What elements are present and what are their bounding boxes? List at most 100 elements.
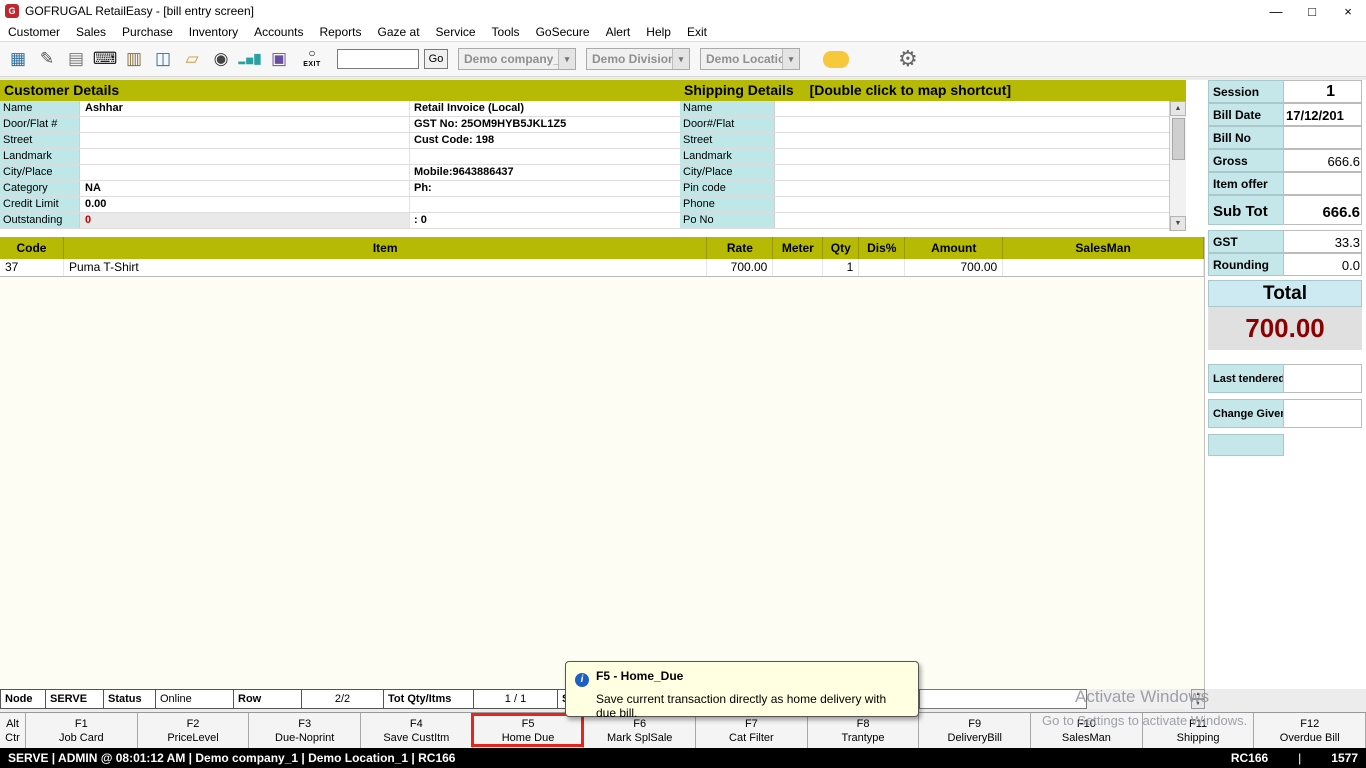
rounding-value: 0.0: [1284, 253, 1362, 276]
menu-item[interactable]: Inventory: [181, 22, 246, 41]
field-value[interactable]: 0: [80, 213, 410, 228]
vertical-scrollbar[interactable]: ▲ ▼: [1169, 101, 1186, 231]
menu-item[interactable]: Customer: [0, 22, 68, 41]
menu-item[interactable]: Accounts: [246, 22, 311, 41]
field-label: Outstanding: [0, 213, 80, 228]
menu-item[interactable]: Gaze at: [370, 22, 428, 41]
chart-icon[interactable]: ▂▅█: [238, 46, 262, 73]
total-value: 700.00: [1208, 307, 1362, 350]
minimize-icon[interactable]: —: [1258, 1, 1294, 22]
menu-item[interactable]: Exit: [679, 22, 715, 41]
function-key-button[interactable]: F5 Home Due: [473, 713, 585, 748]
copy-bill-icon[interactable]: ◫: [151, 46, 175, 73]
field-value[interactable]: [775, 133, 1169, 148]
total-label: Total: [1208, 280, 1362, 307]
section-header: Customer Details Shipping Details [Doubl…: [0, 80, 1186, 101]
menu-item[interactable]: Service: [428, 22, 484, 41]
maximize-icon[interactable]: □: [1294, 1, 1330, 22]
location-dropdown[interactable]: Demo Location ▾: [700, 48, 800, 70]
keyboard-icon[interactable]: ⌨: [93, 46, 117, 73]
save-bill-icon[interactable]: ✎: [35, 46, 59, 73]
camera-icon[interactable]: ◉: [209, 46, 233, 73]
invoice-info: [410, 197, 680, 212]
field-label: Phone: [680, 197, 775, 212]
shipping-detail-row: Landmark: [680, 149, 1169, 165]
function-key-label: Ctr: [5, 731, 20, 745]
menu-item[interactable]: Help: [638, 22, 679, 41]
tooltip-title: F5 - Home_Due: [596, 669, 683, 683]
function-key-button[interactable]: F2 PriceLevel: [138, 713, 250, 748]
quick-search-input[interactable]: [337, 49, 419, 69]
function-key-button[interactable]: F11 Shipping: [1143, 713, 1255, 748]
scroll-down-icon[interactable]: ▼: [1170, 216, 1186, 231]
exit-button[interactable]: ○ EXIT: [296, 44, 328, 74]
close-icon[interactable]: ×: [1330, 1, 1366, 22]
customer-detail-row: Door/Flat # GST No: 25OM9HYB5JKL1Z5: [0, 117, 680, 133]
spinner-up-icon[interactable]: ▲: [1191, 689, 1205, 699]
scrollbar-thumb[interactable]: [1172, 118, 1185, 160]
field-value[interactable]: [80, 117, 410, 132]
item-row[interactable]: 37 Puma T-Shirt 700.00 1 700.00: [0, 259, 1204, 277]
field-value[interactable]: [775, 117, 1169, 132]
company-dropdown[interactable]: Demo company_ ▾: [458, 48, 576, 70]
function-key-button[interactable]: F1 Job Card: [26, 713, 138, 748]
field-value[interactable]: [775, 149, 1169, 164]
function-key-button[interactable]: F10 SalesMan: [1031, 713, 1143, 748]
chat-icon[interactable]: [823, 51, 849, 68]
bill-list-icon[interactable]: ▥: [122, 46, 146, 73]
function-key-code: F2: [187, 717, 200, 731]
item-grid-header: Code Item Rate Meter Qty Dis% Amount Sal…: [0, 237, 1204, 259]
divider: |: [1298, 751, 1301, 765]
field-label: Name: [680, 101, 775, 116]
field-label: City/Place: [0, 165, 80, 180]
image-icon[interactable]: ▣: [267, 46, 291, 73]
field-value[interactable]: NA: [80, 181, 410, 196]
function-key-code: F9: [968, 717, 981, 731]
bill-grid-icon[interactable]: ▦: [6, 46, 30, 73]
field-value[interactable]: [775, 213, 1169, 228]
window-title: GOFRUGAL RetailEasy - [bill entry screen…: [25, 4, 254, 18]
field-value[interactable]: [775, 197, 1169, 212]
function-key-button[interactable]: Alt Ctr: [0, 713, 26, 748]
shipping-map-hint[interactable]: [Double click to map shortcut]: [810, 82, 1011, 98]
column-header: Amount: [905, 237, 1003, 259]
go-button[interactable]: Go: [424, 49, 448, 69]
status-input[interactable]: [919, 689, 1087, 709]
gear-icon[interactable]: ⚙: [898, 46, 918, 72]
customer-detail-row: Landmark: [0, 149, 680, 165]
field-value[interactable]: [80, 149, 410, 164]
change-given-value: [1284, 399, 1362, 428]
field-value[interactable]: [775, 101, 1169, 116]
field-value[interactable]: 0.00: [80, 197, 410, 212]
function-key-button[interactable]: F3 Due-Noprint: [249, 713, 361, 748]
open-folder-icon[interactable]: ▱: [180, 46, 204, 73]
function-key-label: DeliveryBill: [948, 731, 1002, 745]
status-label: Status: [104, 689, 156, 709]
gst-label: GST: [1208, 230, 1284, 253]
field-value[interactable]: [80, 165, 410, 180]
spinner-down-icon[interactable]: ▼: [1191, 699, 1205, 709]
function-key-label: SalesMan: [1062, 731, 1111, 745]
title-bar: G GOFRUGAL RetailEasy - [bill entry scre…: [0, 0, 1366, 22]
function-key-button[interactable]: F12 Overdue Bill: [1254, 713, 1366, 748]
menu-item[interactable]: Purchase: [114, 22, 181, 41]
function-key-label: Job Card: [59, 731, 104, 745]
field-value[interactable]: Ashhar: [80, 101, 410, 116]
menu-item[interactable]: Reports: [311, 22, 369, 41]
field-value[interactable]: [80, 133, 410, 148]
menu-item[interactable]: GoSecure: [528, 22, 598, 41]
field-value[interactable]: [775, 165, 1169, 180]
menu-item[interactable]: Sales: [68, 22, 114, 41]
field-value[interactable]: [775, 181, 1169, 196]
function-key-code: F4: [410, 717, 423, 731]
scroll-up-icon[interactable]: ▲: [1170, 101, 1186, 116]
field-label: Door/Flat #: [0, 117, 80, 132]
tot-qty-items-value: 1 / 1: [474, 689, 558, 709]
row-spinner[interactable]: ▲ ▼: [1191, 689, 1205, 709]
menu-item[interactable]: Tools: [484, 22, 528, 41]
menu-item[interactable]: Alert: [598, 22, 639, 41]
function-key-button[interactable]: F4 Save CustItm: [361, 713, 473, 748]
division-dropdown[interactable]: Demo Division ▾: [586, 48, 690, 70]
function-key-button[interactable]: F9 DeliveryBill: [919, 713, 1031, 748]
print-icon[interactable]: ▤: [64, 46, 88, 73]
